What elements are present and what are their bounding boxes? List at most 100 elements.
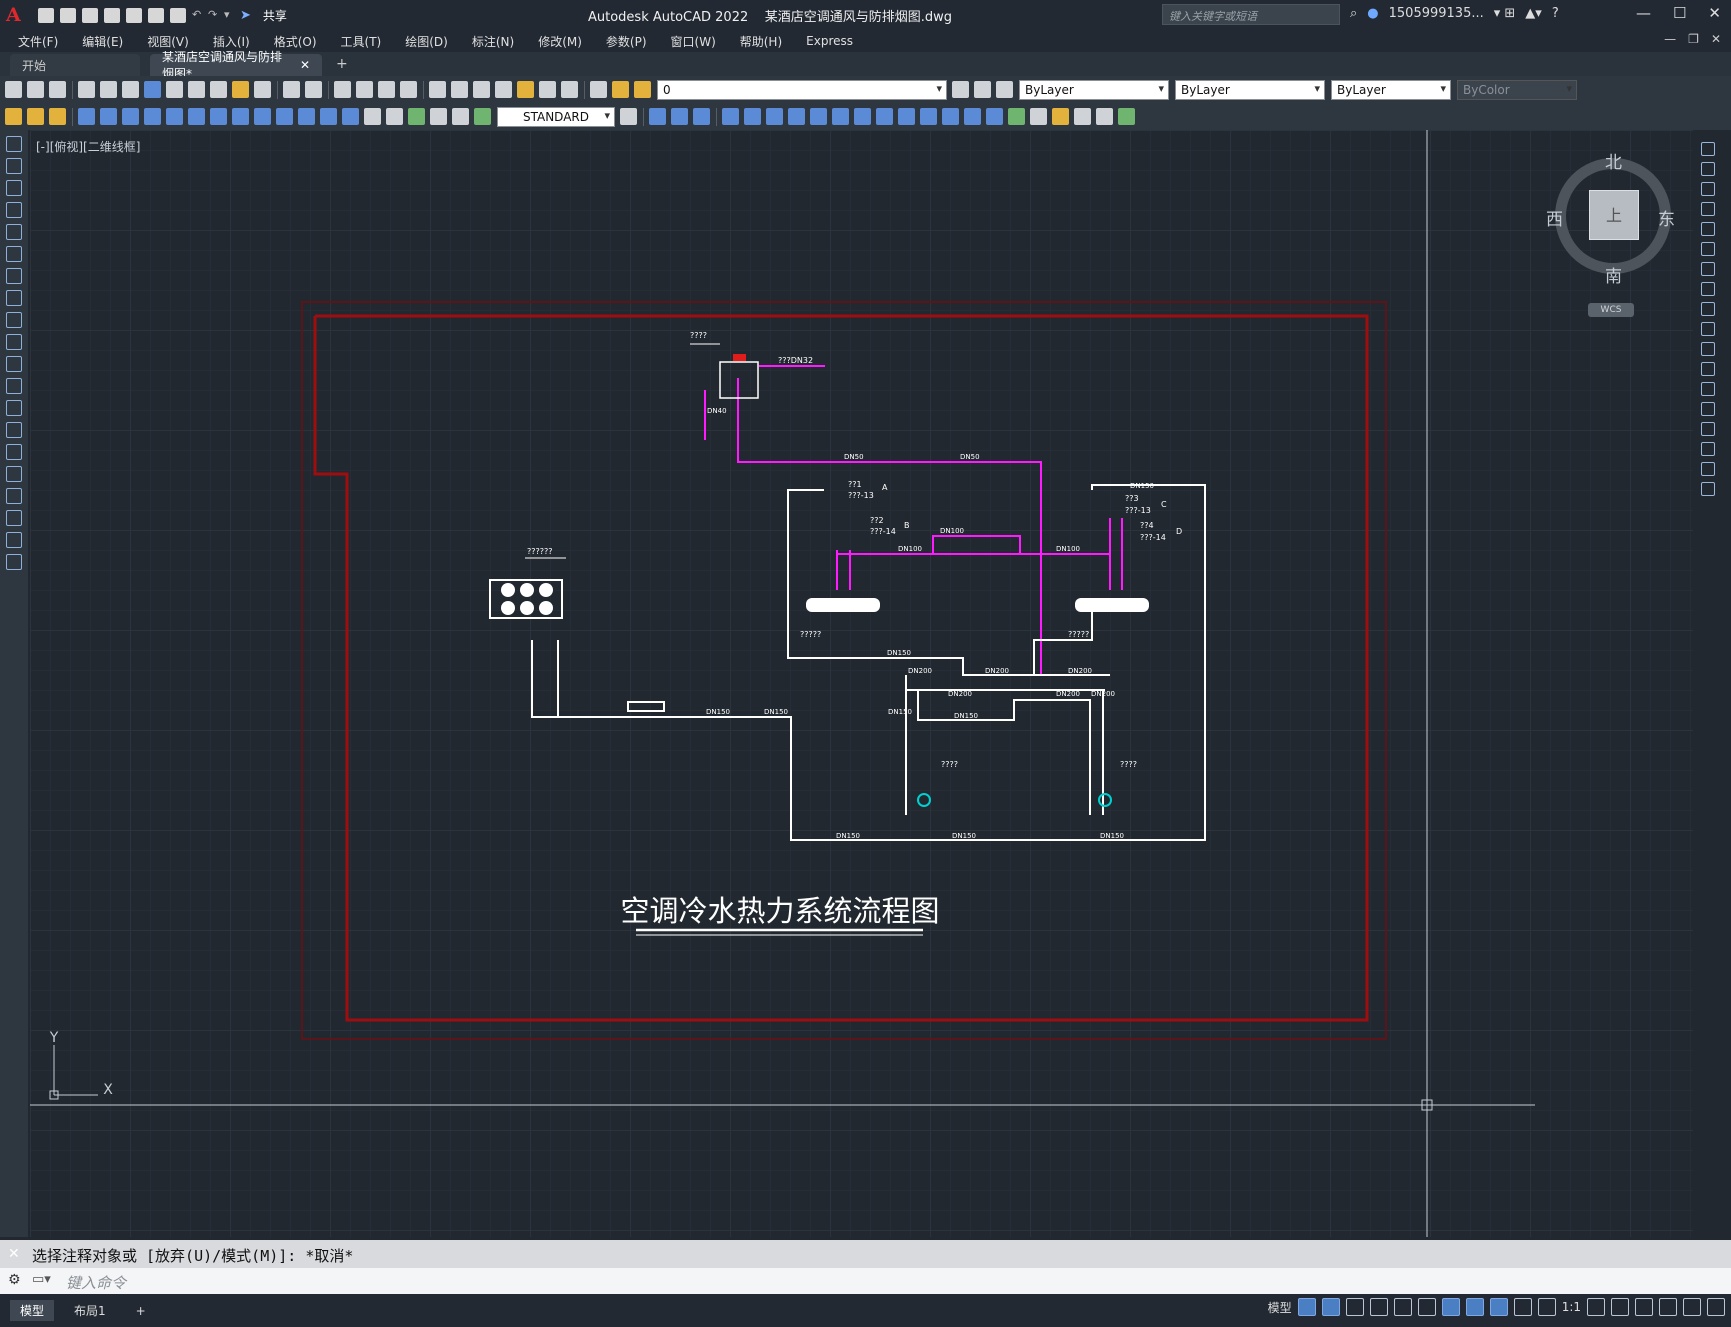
compass-west[interactable]: 西 [1546,205,1563,230]
delete-faces-icon[interactable] [766,108,783,125]
layer-freeze-icon[interactable] [634,81,651,98]
help-icon[interactable] [561,81,578,98]
snap-icon[interactable] [1321,1298,1340,1316]
save-as-icon[interactable] [104,7,120,23]
zoom-previous-icon[interactable] [400,81,417,98]
layer-on-icon[interactable] [612,81,629,98]
redo-icon[interactable]: ↷ [208,8,218,23]
menu-item[interactable]: 绘图(D) [405,33,448,50]
viewcube[interactable]: 上 北 南 东 西 WCS [1545,148,1681,317]
wrench-icon[interactable]: ⚙ [8,1272,21,1288]
quick-props-icon[interactable] [1659,1298,1677,1316]
user-name[interactable]: 1505999135... [1389,6,1484,21]
menu-item[interactable]: 格式(O) [274,33,317,50]
subtract-icon[interactable] [671,108,688,125]
line-icon[interactable] [6,136,22,152]
attribute-icon[interactable] [49,108,66,125]
open-icon[interactable] [60,7,76,23]
layer-previous-icon[interactable] [974,81,991,98]
sheet-set-icon[interactable] [495,81,512,98]
separate-icon[interactable] [964,108,981,125]
menu-item[interactable]: 插入(I) [213,33,250,50]
minimize-icon[interactable]: — [1636,4,1651,22]
plotstyle-select[interactable]: ByColor [1457,79,1577,100]
make-block-icon[interactable] [6,400,22,416]
web-save-icon[interactable] [148,7,164,23]
undo-icon[interactable] [283,81,300,98]
copy-edges-icon[interactable] [876,108,893,125]
dim-space-icon[interactable] [320,108,337,125]
color-select[interactable]: ByLayer [1019,79,1169,100]
offset-icon[interactable] [1701,202,1715,216]
rotate-icon[interactable] [1701,262,1715,276]
compass-north[interactable]: 北 [1605,148,1622,173]
properties-icon[interactable] [429,81,446,98]
array-icon[interactable] [1701,222,1715,236]
dim-style-icon[interactable] [620,108,637,125]
dim-ordinate-icon[interactable] [144,108,161,125]
markup-icon[interactable] [517,81,534,98]
osnap-icon[interactable] [1441,1298,1460,1316]
polygon-icon[interactable] [6,202,22,218]
inspect-icon[interactable] [408,108,425,125]
extract-edges-icon[interactable] [1030,108,1047,125]
circle-icon[interactable] [6,268,22,284]
workspace-icon[interactable] [5,108,22,125]
table-icon[interactable] [6,510,22,526]
annotation-scale[interactable]: 1:1 [1562,1300,1581,1314]
isodraft-icon[interactable] [1393,1298,1412,1316]
drawing-canvas[interactable]: ???? ???DN32 ?????? ????? ????? ???? ??? [30,130,1693,1237]
mirror-icon[interactable] [1701,182,1715,196]
maximize-icon[interactable]: ☐ [1673,4,1686,22]
point-icon[interactable] [6,422,22,438]
stretch-icon[interactable] [1701,302,1715,316]
plus-icon[interactable] [1611,1298,1629,1316]
layer-states-icon[interactable] [996,81,1013,98]
scale-icon[interactable] [1701,282,1715,296]
jogged-linear-icon[interactable] [430,108,447,125]
model-space-button[interactable]: 模型 [1268,1299,1292,1316]
save-icon[interactable] [49,81,66,98]
compass-east[interactable]: 东 [1658,205,1675,230]
menu-item[interactable]: 修改(M) [538,33,582,50]
close-icon[interactable]: ✕ [1708,4,1721,22]
shell-icon[interactable] [986,108,1003,125]
dim-continue-icon[interactable] [298,108,315,125]
menu-item[interactable]: 视图(V) [147,33,189,50]
pan-icon[interactable] [334,81,351,98]
polyline-icon[interactable] [6,180,22,196]
fillet-icon[interactable] [1701,442,1715,456]
web-open-icon[interactable] [126,7,142,23]
ellipse-arc-icon[interactable] [6,356,22,372]
tool-palettes-icon[interactable] [473,81,490,98]
menu-item[interactable]: 工具(T) [341,33,382,50]
command-close-icon[interactable]: ✕ [8,1246,20,1262]
menu-item[interactable]: 编辑(E) [82,33,123,50]
lineweight-select[interactable]: ByLayer [1331,79,1451,100]
erase-icon[interactable] [1701,142,1715,156]
save-icon[interactable] [82,7,98,23]
layer-select[interactable]: 0 [657,79,947,100]
taper-faces-icon[interactable] [810,108,827,125]
interfere-icon[interactable] [1118,108,1135,125]
presspull-icon[interactable] [1052,108,1069,125]
object-track-icon[interactable] [1417,1298,1436,1316]
help-icon[interactable]: ? [1552,6,1559,21]
tolerance-icon[interactable] [364,108,381,125]
insert-block-icon[interactable] [6,378,22,394]
command-input[interactable]: 键入命令 [0,1268,1731,1294]
tab-start[interactable]: 开始 [10,54,140,76]
viewcube-face-top[interactable]: 上 [1589,190,1639,240]
rotate-faces-icon[interactable] [788,108,805,125]
customize-menu-icon[interactable] [1707,1298,1725,1316]
block-icon[interactable] [27,108,44,125]
ellipse-icon[interactable] [6,334,22,350]
revcloud-icon[interactable] [6,290,22,306]
customize-qat-icon[interactable]: ▾ [224,8,234,23]
region-icon[interactable] [6,488,22,504]
search-input[interactable]: 键入关键字或短语 [1162,4,1340,25]
move-faces-icon[interactable] [722,108,739,125]
doc-minimize-icon[interactable]: — [1664,32,1676,46]
viewport-controls[interactable]: [-][俯视][二维线框] [36,138,140,155]
workspace-switch-icon[interactable] [1587,1298,1605,1316]
